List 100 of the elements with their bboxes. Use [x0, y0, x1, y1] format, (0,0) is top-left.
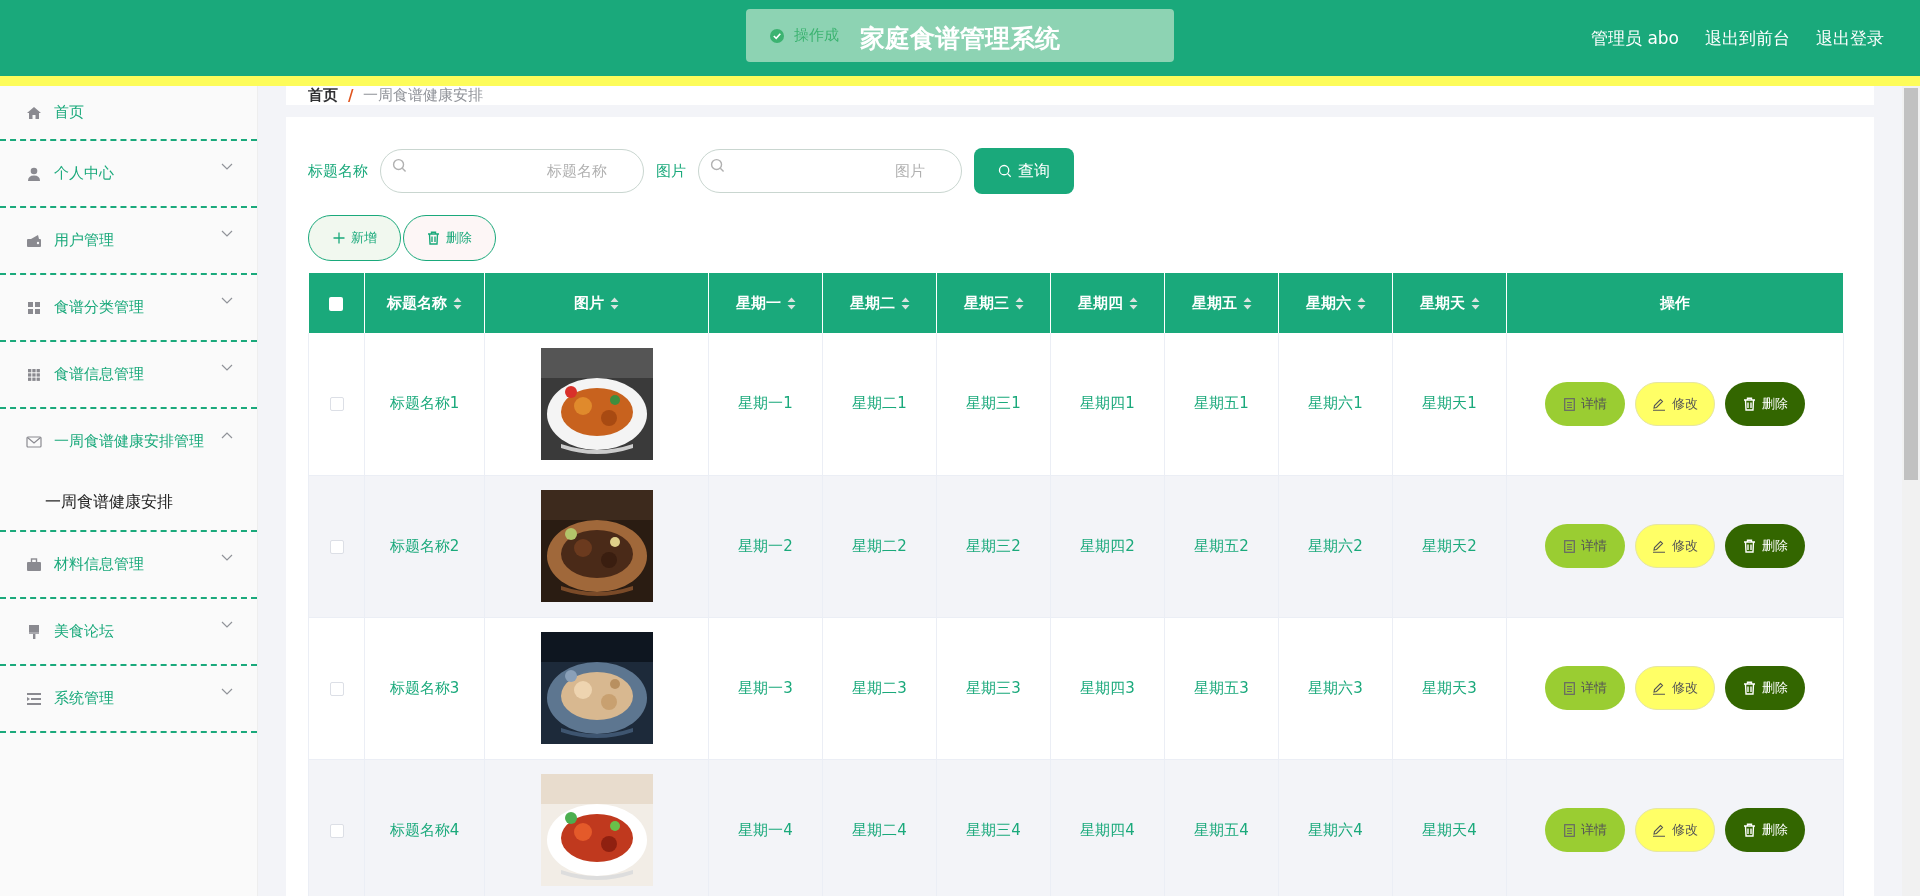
table-cell: 星期三1	[936, 333, 1051, 475]
table-cell: 星期三2	[936, 475, 1051, 617]
menu-item[interactable]: 系统管理	[0, 666, 257, 731]
sort-icon[interactable]	[1242, 296, 1252, 310]
menu-item[interactable]: 首页	[0, 86, 257, 139]
trash-icon	[1742, 396, 1756, 411]
detail-button[interactable]: 详情	[1545, 666, 1625, 711]
table-cell: 星期二4	[822, 759, 937, 896]
header-link[interactable]: 退出到前台	[1705, 26, 1790, 50]
header-link[interactable]: 退出登录	[1816, 26, 1884, 50]
search-field[interactable]: 标题名称	[380, 149, 644, 193]
column-header[interactable]: 星期六	[1278, 273, 1393, 333]
user-icon	[26, 165, 42, 182]
menu-item[interactable]: 食谱分类管理	[0, 275, 257, 340]
scrollbar[interactable]	[1902, 86, 1920, 896]
edit-button[interactable]: 修改	[1635, 382, 1715, 426]
table-cell: 标题名称3	[364, 617, 485, 759]
chevron-icon	[221, 431, 233, 439]
search-icon	[392, 158, 407, 173]
check-circle-icon	[770, 28, 784, 43]
detail-button[interactable]: 详情	[1545, 382, 1625, 426]
column-header[interactable]: 星期四	[1050, 273, 1165, 333]
table-cell: 星期五2	[1164, 475, 1279, 617]
menu-item[interactable]: 材料信息管理	[0, 532, 257, 597]
chevron-icon	[221, 364, 233, 372]
delete-button[interactable]: 删除	[403, 215, 496, 261]
column-header[interactable]: 操作	[1506, 273, 1844, 333]
scrollbar-thumb[interactable]	[1904, 88, 1918, 480]
table-cell: 星期六2	[1278, 475, 1393, 617]
column-header[interactable]: 标题名称	[364, 273, 485, 333]
sort-icon[interactable]	[1128, 296, 1138, 310]
chevron-icon	[221, 554, 233, 562]
delete-button[interactable]: 删除	[1725, 665, 1805, 710]
sort-icon[interactable]	[786, 296, 796, 310]
table-cell: 星期六1	[1278, 333, 1393, 475]
menu-item[interactable]: 一周食谱健康安排管理	[0, 409, 257, 474]
table-cell: 星期五3	[1164, 617, 1279, 759]
sort-icon[interactable]	[1470, 296, 1480, 310]
document-icon	[1563, 397, 1575, 411]
sort-icon[interactable]	[453, 296, 462, 310]
checkbox[interactable]	[329, 681, 344, 696]
submenu-item[interactable]: 一周食谱健康安排	[0, 474, 257, 530]
delete-button[interactable]: 删除	[1725, 807, 1805, 852]
document-icon	[1563, 681, 1575, 695]
sort-icon[interactable]	[1356, 296, 1366, 310]
mail-icon	[26, 433, 42, 450]
brush-icon	[26, 623, 42, 640]
checkbox[interactable]	[329, 823, 344, 838]
checkbox[interactable]	[329, 296, 344, 311]
pencil-icon	[1652, 681, 1666, 695]
search-icon	[710, 158, 725, 173]
list-icon	[26, 690, 42, 707]
chevron-icon	[221, 688, 233, 696]
pencil-icon	[1652, 823, 1666, 837]
search-field[interactable]: 图片	[698, 149, 962, 193]
edit-button[interactable]: 修改	[1635, 666, 1715, 711]
breadcrumb-item[interactable]: 首页	[308, 86, 338, 105]
delete-button[interactable]: 删除	[1725, 523, 1805, 568]
detail-button[interactable]: 详情	[1545, 808, 1625, 853]
table-cell: 星期六4	[1278, 759, 1393, 896]
document-icon	[1563, 539, 1575, 553]
sort-icon[interactable]	[900, 296, 910, 310]
checkbox[interactable]	[329, 539, 344, 554]
detail-button[interactable]: 详情	[1545, 524, 1625, 569]
table-cell: 星期六3	[1278, 617, 1393, 759]
menu-item[interactable]: 美食论坛	[0, 599, 257, 664]
table-cell: 星期四4	[1050, 759, 1165, 896]
table-cell: 星期一4	[708, 759, 823, 896]
column-header[interactable]: 星期一	[708, 273, 823, 333]
grid-icon	[26, 366, 42, 383]
sort-icon[interactable]	[1014, 296, 1024, 310]
menu-item[interactable]: 个人中心	[0, 141, 257, 206]
query-button[interactable]: 查询	[974, 148, 1074, 194]
chevron-icon	[221, 297, 233, 305]
trash-icon	[1742, 680, 1756, 695]
table-cell: 星期一2	[708, 475, 823, 617]
column-header[interactable]: 星期三	[936, 273, 1051, 333]
user-label[interactable]: 管理员 abo	[1591, 26, 1679, 50]
table-cell: 星期天3	[1392, 617, 1507, 759]
chevron-icon	[221, 163, 233, 171]
chevron-icon	[221, 621, 233, 629]
edit-button[interactable]: 修改	[1635, 524, 1715, 569]
delete-button[interactable]: 删除	[1725, 381, 1805, 426]
menu-item[interactable]: 食谱信息管理	[0, 342, 257, 407]
edit-button[interactable]: 修改	[1635, 808, 1715, 853]
checkbox[interactable]	[329, 397, 344, 412]
wallet-icon	[26, 232, 42, 249]
pencil-icon	[1652, 539, 1666, 553]
column-header[interactable]: 星期二	[822, 273, 937, 333]
table-cell: 星期天4	[1392, 759, 1507, 896]
column-header[interactable]: 星期天	[1392, 273, 1507, 333]
table-cell: 星期四2	[1050, 475, 1165, 617]
table-cell: 星期天1	[1392, 333, 1507, 475]
sort-icon[interactable]	[610, 296, 619, 310]
column-header[interactable]: 图片	[484, 273, 709, 333]
add-button[interactable]: 新增	[308, 215, 401, 261]
trash-icon	[1742, 538, 1756, 553]
briefcase-icon	[26, 556, 42, 573]
column-header[interactable]: 星期五	[1164, 273, 1279, 333]
menu-item[interactable]: 用户管理	[0, 208, 257, 273]
